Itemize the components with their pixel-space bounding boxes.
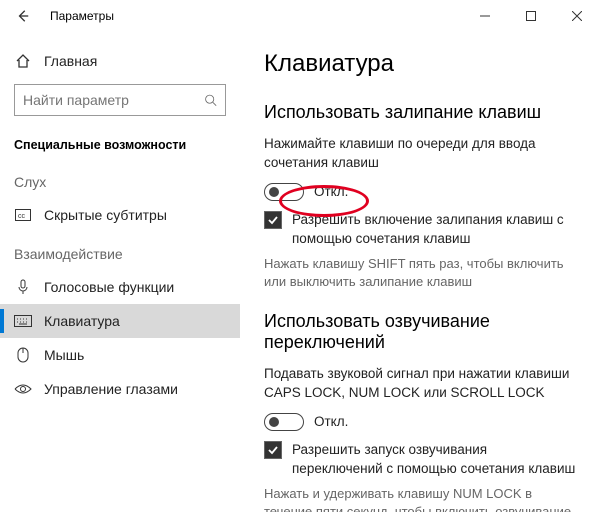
sidebar-item-label: Скрытые субтитры [44, 207, 167, 223]
sticky-keys-heading: Использовать залипание клавиш [264, 102, 576, 123]
sticky-keys-desc: Нажимайте клавиши по очереди для ввода с… [264, 135, 576, 173]
maximize-button[interactable] [508, 1, 554, 31]
toggle-keys-toggle[interactable] [264, 413, 304, 431]
check-icon [267, 214, 279, 226]
toggle-keys-desc: Подавать звуковой сигнал при нажатии кла… [264, 365, 576, 403]
sidebar-item-mouse[interactable]: Мышь [0, 338, 240, 372]
sticky-keys-toggle-label: Откл. [314, 184, 348, 199]
toggle-keys-hint: Нажать и удерживать клавишу NUM LOCK в т… [264, 485, 576, 512]
sticky-keys-checkbox[interactable] [264, 211, 282, 229]
search-input[interactable] [23, 92, 204, 108]
arrow-left-icon [16, 9, 30, 23]
sidebar-item-voice[interactable]: Голосовые функции [0, 270, 240, 304]
sidebar-group-audio: Слух [0, 160, 240, 198]
search-icon [204, 93, 217, 107]
sticky-keys-hint: Нажать клавишу SHIFT пять раз, чтобы вкл… [264, 255, 576, 291]
sidebar-home-label: Главная [44, 53, 97, 69]
content: Клавиатура Использовать залипание клавиш… [240, 32, 600, 512]
eye-icon [14, 380, 32, 398]
keyboard-icon [14, 312, 32, 330]
sidebar-item-label: Управление глазами [44, 381, 178, 397]
page-title: Клавиатура [264, 50, 576, 78]
toggle-keys-toggle-label: Откл. [314, 414, 348, 429]
maximize-icon [526, 11, 536, 21]
microphone-icon [14, 278, 32, 296]
sticky-keys-checkbox-row: Разрешить включение залипания клавиш с п… [264, 211, 576, 249]
cc-icon: cc [14, 206, 32, 224]
window-title: Параметры [50, 9, 114, 23]
toggle-keys-toggle-row: Откл. [264, 413, 576, 431]
close-button[interactable] [554, 1, 600, 31]
sidebar-item-keyboard[interactable]: Клавиатура [0, 304, 240, 338]
toggle-keys-checkbox[interactable] [264, 441, 282, 459]
mouse-icon [14, 346, 32, 364]
check-icon [267, 444, 279, 456]
window-controls [462, 1, 600, 31]
sticky-keys-checkbox-label: Разрешить включение залипания клавиш с п… [292, 211, 576, 249]
minimize-button[interactable] [462, 1, 508, 31]
back-button[interactable] [8, 1, 38, 31]
toggle-knob [269, 187, 279, 197]
close-icon [572, 11, 582, 21]
sidebar-item-subtitles[interactable]: cc Скрытые субтитры [0, 198, 240, 232]
sidebar-item-label: Клавиатура [44, 313, 120, 329]
minimize-icon [480, 11, 490, 21]
home-icon [14, 52, 32, 70]
sidebar: Главная Специальные возможности Слух cc … [0, 32, 240, 512]
toggle-keys-checkbox-row: Разрешить запуск озвучивания переключени… [264, 441, 576, 479]
search-box[interactable] [14, 84, 226, 116]
toggle-keys-checkbox-label: Разрешить запуск озвучивания переключени… [292, 441, 576, 479]
sidebar-item-label: Голосовые функции [44, 279, 174, 295]
svg-text:cc: cc [18, 213, 26, 220]
sidebar-home[interactable]: Главная [0, 44, 240, 78]
sticky-keys-toggle[interactable] [264, 183, 304, 201]
sticky-keys-toggle-row: Откл. [264, 183, 576, 201]
sidebar-item-label: Мышь [44, 347, 84, 363]
sidebar-section-heading: Специальные возможности [0, 130, 240, 160]
toggle-knob [269, 417, 279, 427]
titlebar: Параметры [0, 0, 600, 32]
sidebar-group-interaction: Взаимодействие [0, 232, 240, 270]
sidebar-item-eye[interactable]: Управление глазами [0, 372, 240, 406]
toggle-keys-heading: Использовать озвучивание переключений [264, 311, 576, 353]
sidebar-search [14, 84, 226, 116]
